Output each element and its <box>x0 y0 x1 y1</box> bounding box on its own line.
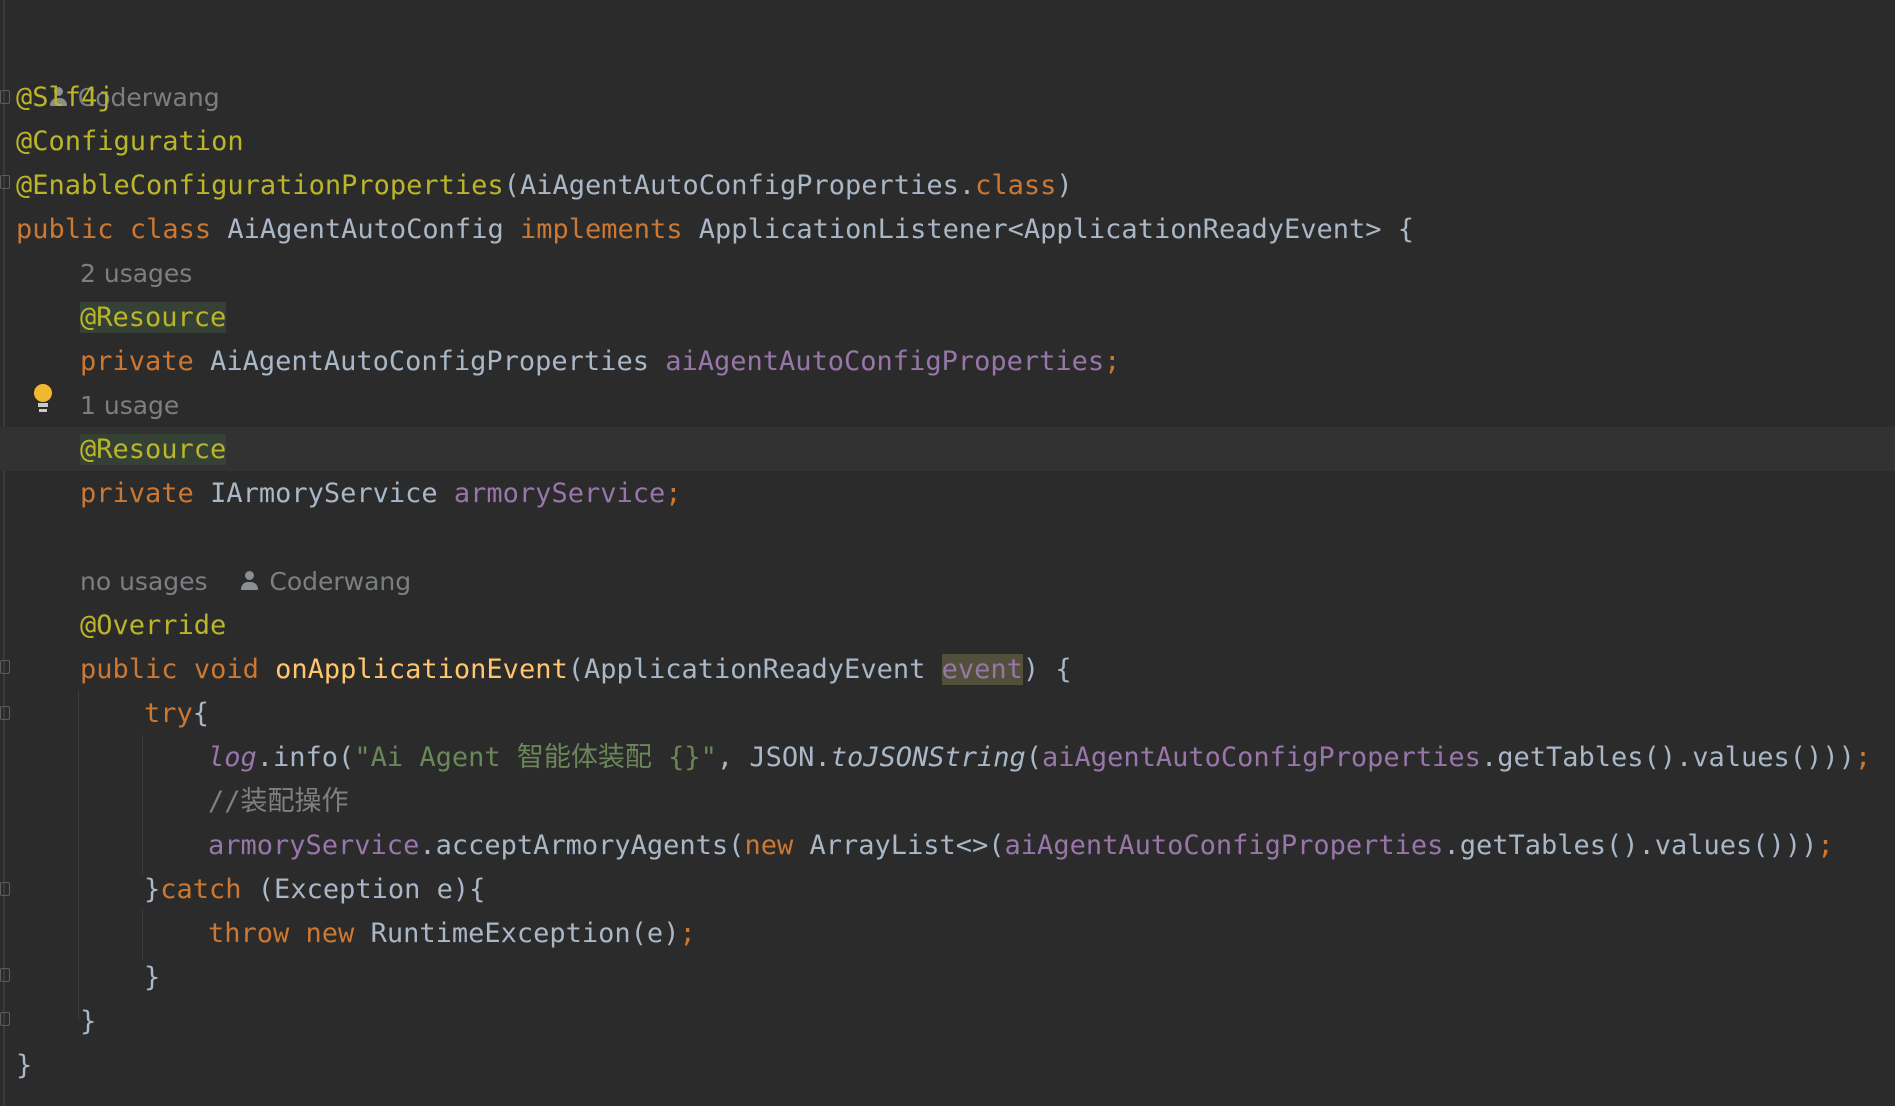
code-line[interactable]: log.info("Ai Agent 智能体装配 {}", JSON.toJSO… <box>208 736 1871 780</box>
fold-marker-icon[interactable] <box>0 90 10 104</box>
type-token: , JSON. <box>716 742 831 773</box>
code-line[interactable]: @Resource <box>80 296 227 340</box>
method-call: .info( <box>256 742 355 773</box>
field-token: log <box>208 742 257 773</box>
author-name: Coderwang <box>269 567 412 596</box>
method-call: toJSONString <box>830 742 1026 773</box>
semicolon: ; <box>665 478 682 509</box>
keyword-token: implements <box>519 214 683 245</box>
keyword-token: public <box>80 654 178 685</box>
indent-guide <box>78 690 79 1020</box>
field-token: aiAgentAutoConfigProperties <box>1004 830 1444 861</box>
annotation-token: @Resource <box>80 302 227 333</box>
method-call: .acceptArmoryAgents( <box>419 830 745 861</box>
fold-marker-icon[interactable] <box>0 968 10 982</box>
code-editor[interactable]: Coderwang @Slf4j @Configuration @EnableC… <box>0 0 1895 1106</box>
code-line[interactable]: try{ <box>144 692 209 736</box>
current-line-highlight <box>0 427 1895 471</box>
string-token: "Ai Agent 智能体装配 {}" <box>354 742 717 773</box>
code-line[interactable]: private AiAgentAutoConfigProperties aiAg… <box>80 340 1120 384</box>
type-token: AiAgentAutoConfigProperties. <box>519 170 976 201</box>
brace: { <box>192 698 210 729</box>
code-comment[interactable]: //装配操作 <box>208 780 349 824</box>
type-token: (Exception e){ <box>241 874 486 905</box>
paren: ( <box>503 170 520 201</box>
semicolon: ; <box>1854 742 1872 773</box>
usages-hint[interactable]: 2 usages <box>80 252 192 296</box>
method-name-token: onApplicationEvent <box>275 654 568 685</box>
semicolon: ; <box>679 918 696 949</box>
annotation-token: @EnableConfigurationProperties <box>16 170 504 201</box>
annotation-token: @Slf4j <box>16 82 114 113</box>
code-line[interactable]: armoryService.acceptArmoryAgents(new Arr… <box>208 824 1834 868</box>
method-call: .getTables().values())) <box>1443 830 1818 861</box>
keyword-token: public <box>16 214 114 245</box>
code-line[interactable]: public class AiAgentAutoConfig implement… <box>16 208 1414 252</box>
fold-marker-icon[interactable] <box>0 175 10 189</box>
field-token: armoryService <box>453 478 666 509</box>
fold-marker-icon[interactable] <box>0 882 10 896</box>
fold-marker-icon[interactable] <box>0 706 10 720</box>
code-line[interactable]: } <box>16 1044 32 1088</box>
code-line[interactable]: private IArmoryService armoryService; <box>80 472 682 516</box>
keyword-token: class <box>975 170 1057 201</box>
person-icon <box>239 570 261 592</box>
semicolon: ; <box>1817 830 1834 861</box>
usages-text: no usages <box>80 567 208 596</box>
code-line[interactable]: @EnableConfigurationProperties(AiAgentAu… <box>16 164 1073 208</box>
code-line[interactable]: @Resource <box>80 428 227 472</box>
fold-marker-icon[interactable] <box>0 660 10 674</box>
paren: ( <box>1025 742 1043 773</box>
indent-guide <box>142 735 143 875</box>
keyword-token: throw <box>208 918 290 949</box>
field-token: aiAgentAutoConfigProperties <box>665 346 1105 377</box>
fold-marker-icon[interactable] <box>0 1012 10 1026</box>
method-call: .getTables().values())) <box>1480 742 1855 773</box>
type-token: (ApplicationReadyEvent <box>567 654 942 685</box>
code-line[interactable]: } <box>144 956 160 1000</box>
keyword-token: new <box>305 918 355 949</box>
annotation-token: @Override <box>80 610 227 641</box>
code-line[interactable]: @Override <box>80 604 226 648</box>
code-line[interactable]: @Configuration <box>16 120 244 164</box>
author-hint[interactable]: Coderwang <box>16 32 220 112</box>
keyword-token: private <box>80 346 194 377</box>
gutter <box>3 0 5 1106</box>
brace: ) { <box>1022 654 1072 685</box>
field-token: aiAgentAutoConfigProperties <box>1042 742 1481 773</box>
type-token: AiAgentAutoConfigProperties <box>210 346 649 377</box>
keyword-token: private <box>80 478 194 509</box>
keyword-token: void <box>193 654 259 685</box>
keyword-token: try <box>144 698 193 729</box>
code-line[interactable]: throw new RuntimeException(e); <box>208 912 696 956</box>
param-token: event <box>941 654 1023 685</box>
keyword-token: catch <box>160 874 242 905</box>
type-token: RuntimeException(e) <box>370 918 680 949</box>
brace: } <box>144 874 161 905</box>
code-line[interactable]: @Slf4j <box>16 76 114 120</box>
code-line[interactable]: }catch (Exception e){ <box>144 868 485 912</box>
keyword-token: class <box>129 214 212 245</box>
semicolon: ; <box>1104 346 1121 377</box>
type-token: ApplicationListener<ApplicationReadyEven… <box>698 214 1415 245</box>
code-line[interactable]: } <box>80 1000 96 1044</box>
annotation-token: @Resource <box>80 434 227 465</box>
code-line[interactable]: public void onApplicationEvent(Applicati… <box>80 648 1072 692</box>
lightbulb-icon[interactable] <box>30 384 56 416</box>
keyword-token: new <box>744 830 794 861</box>
annotation-token: @Configuration <box>16 126 244 157</box>
type-token: IArmoryService <box>210 478 438 509</box>
paren: ) <box>1056 170 1073 201</box>
usages-hint[interactable]: 1 usage <box>80 384 179 428</box>
indent-guide <box>142 910 143 960</box>
field-token: armoryService <box>208 830 420 861</box>
usages-hint[interactable]: no usages Coderwang <box>80 560 411 604</box>
class-name-token: AiAgentAutoConfig <box>227 214 504 245</box>
type-token: ArrayList<>( <box>793 830 1005 861</box>
